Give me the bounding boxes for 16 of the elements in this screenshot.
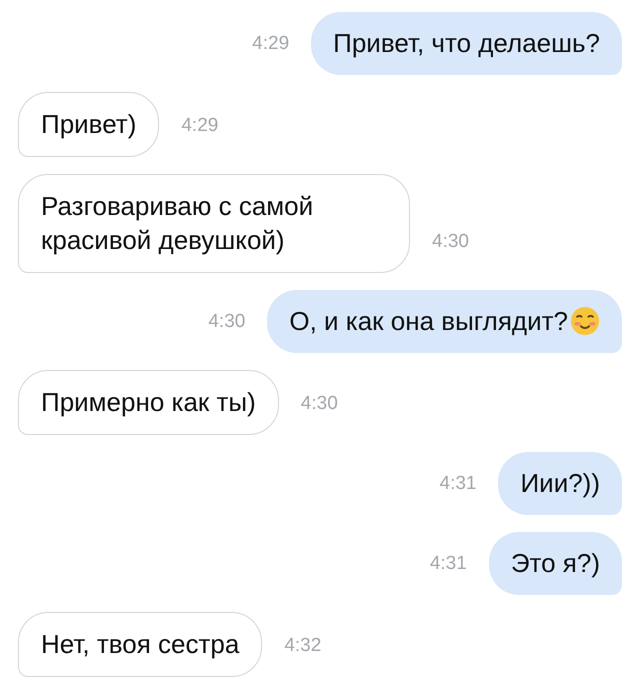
message-bubble: Разговариваю с самой красивой девушкой) — [18, 174, 410, 273]
message-time: 4:30 — [300, 393, 338, 415]
message-time: 4:30 — [432, 231, 469, 253]
message-bubble: Иии?)) — [498, 452, 622, 515]
message-time: 4:30 — [208, 310, 246, 332]
message-time: 4:31 — [430, 552, 467, 574]
message-bubble: Это я?) — [488, 532, 622, 595]
message-time: 4:32 — [284, 635, 322, 657]
message-bubble: Привет) — [18, 92, 160, 157]
message-time: 4:29 — [181, 115, 218, 137]
message-bubble: Примерно как ты) — [18, 370, 279, 435]
message-time: 4:31 — [440, 472, 476, 494]
message-bubble: Привет, что делаешь? — [311, 12, 622, 75]
message-bubble: О, и как она выглядит? — [267, 290, 622, 353]
message-bubble: Нет, твоя сестра — [18, 612, 262, 677]
message-time: 4:29 — [252, 32, 290, 54]
